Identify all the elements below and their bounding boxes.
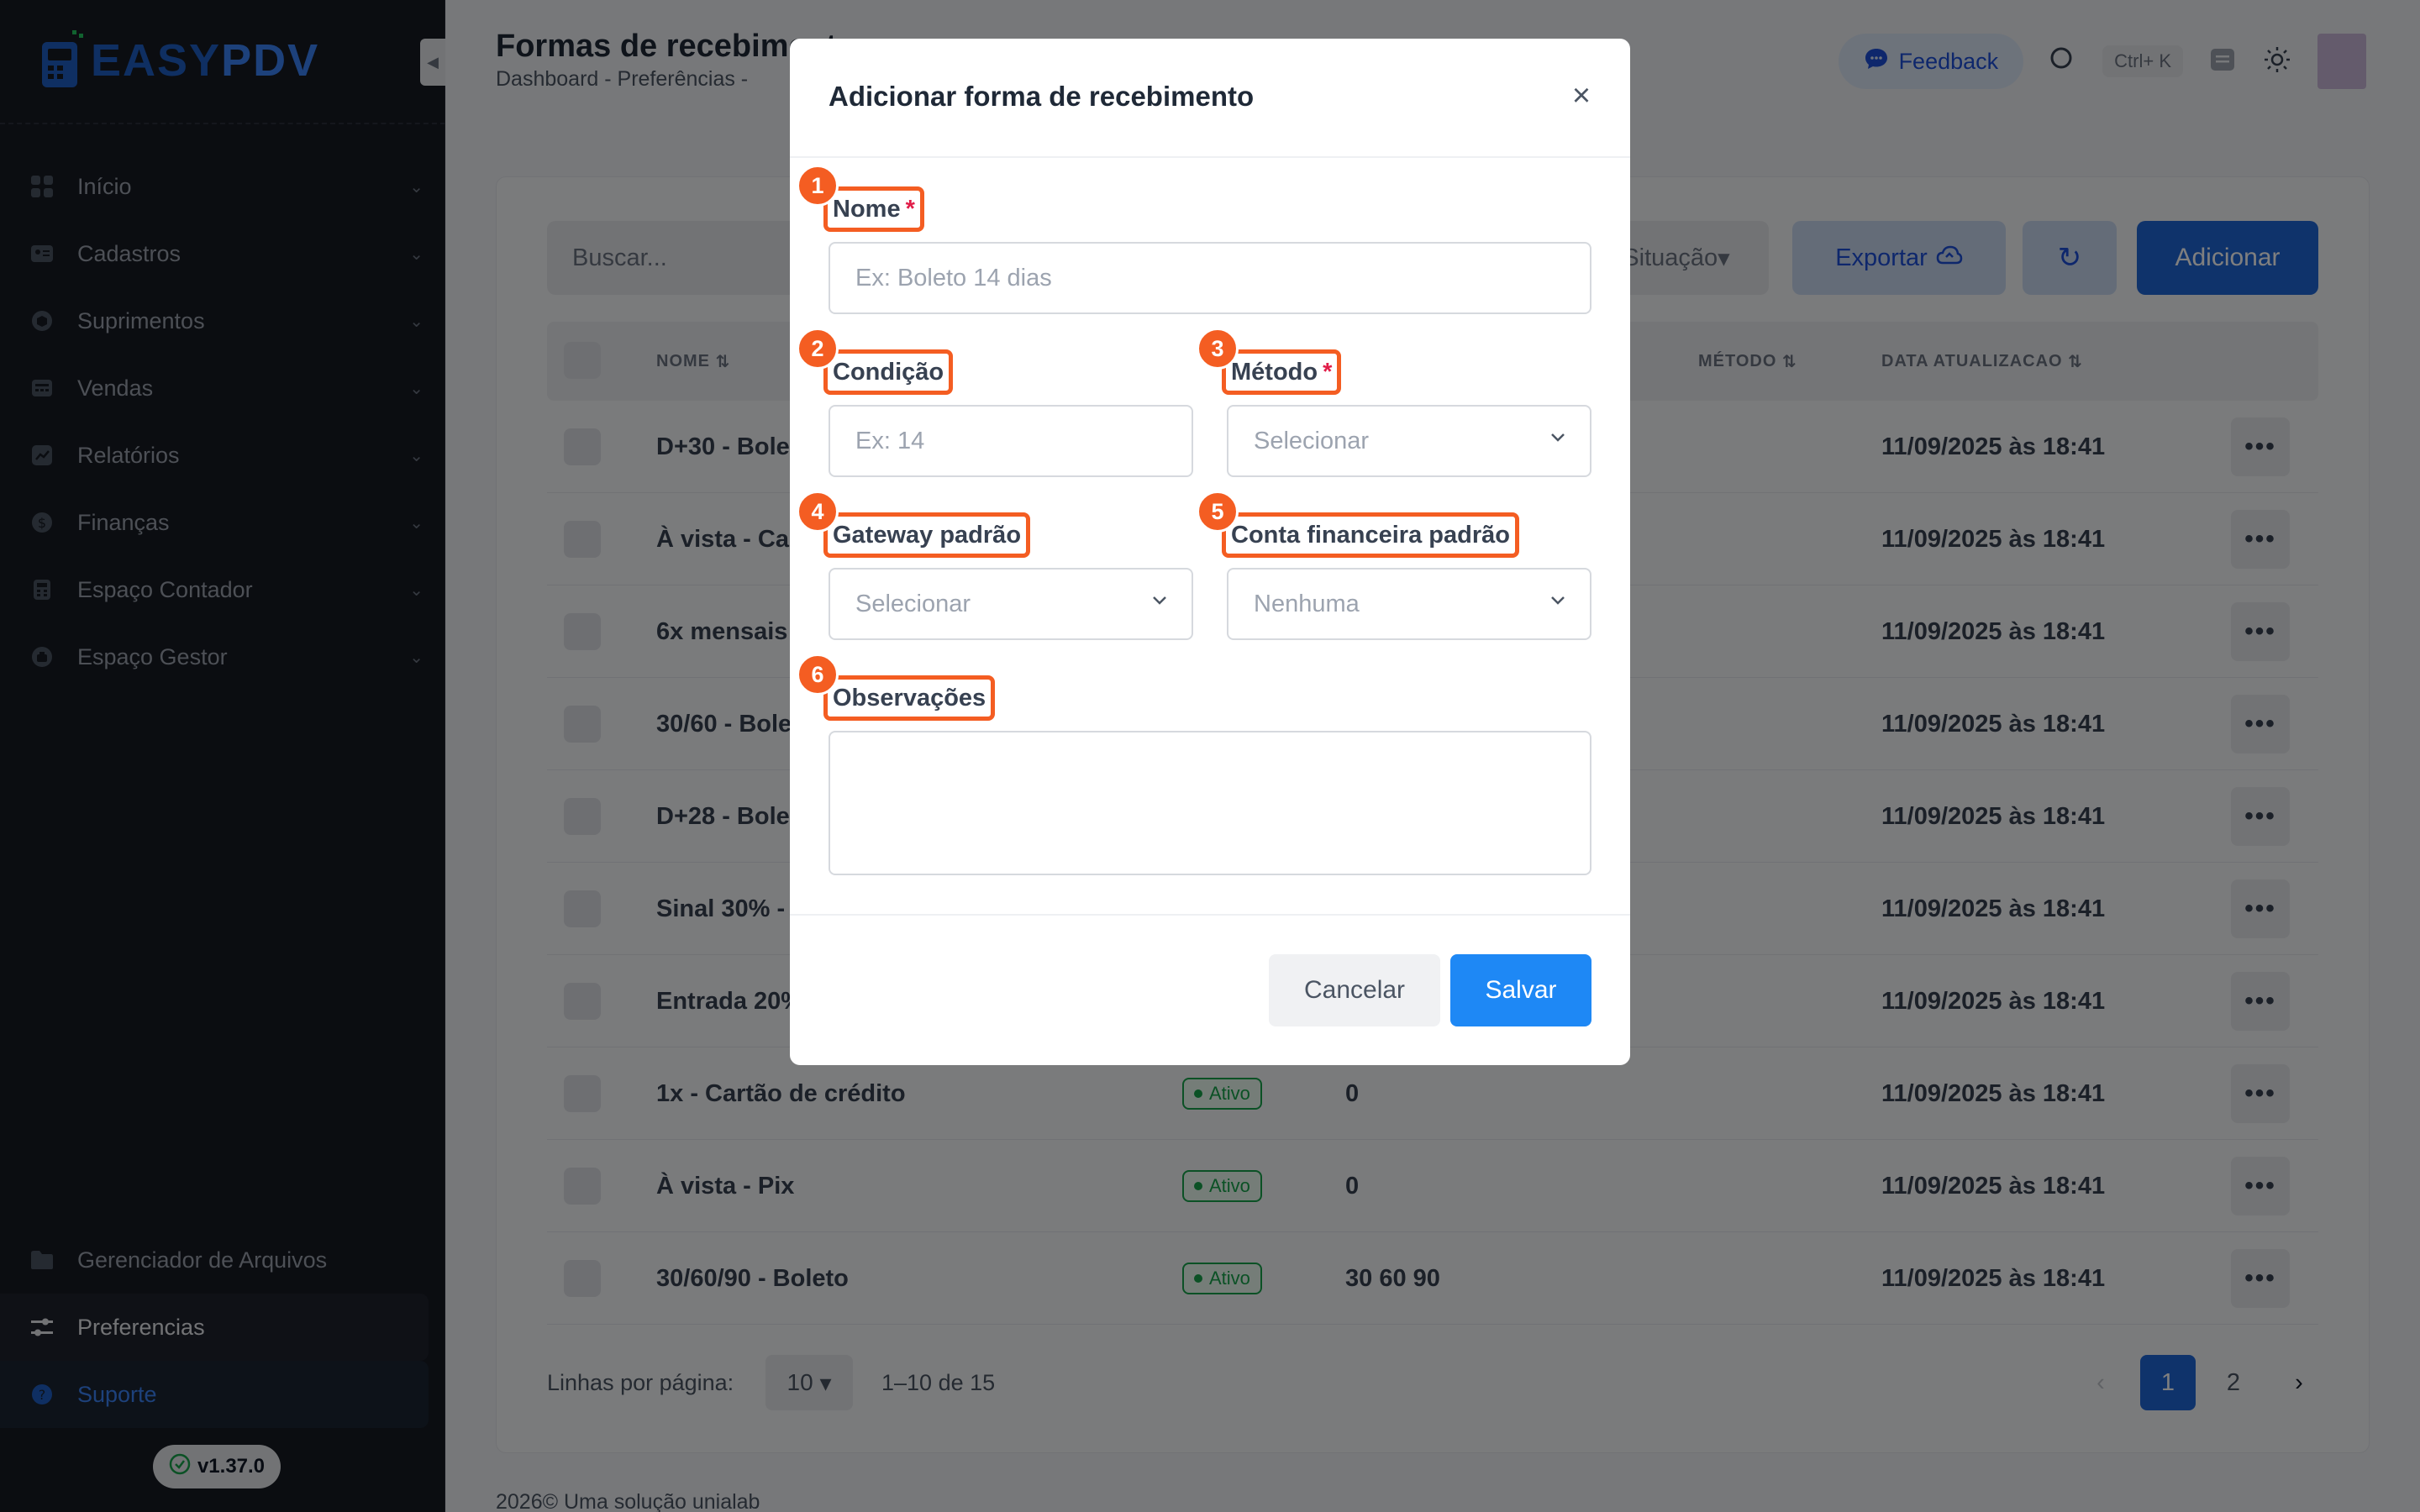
annotation-marker: 2: [797, 328, 839, 370]
annotation-marker: 1: [797, 165, 839, 207]
dialog-title: Adicionar forma de recebimento: [829, 81, 1255, 112]
condicao-input[interactable]: Ex: 14: [829, 405, 1193, 477]
nome-input[interactable]: Ex: Boleto 14 dias: [829, 242, 1591, 314]
required-asterisk: *: [1323, 359, 1333, 386]
required-asterisk: *: [905, 196, 915, 223]
annotation-marker: 5: [1197, 491, 1239, 533]
conta-select[interactable]: Nenhuma: [1227, 568, 1591, 640]
field-label-observacoes: Observações: [823, 675, 996, 721]
field-label-conta: Conta financeira padrão: [1222, 512, 1519, 558]
annotation-marker: 3: [1197, 328, 1239, 370]
field-label-gateway: Gateway padrão: [823, 512, 1031, 558]
chevron-down-icon: [1551, 433, 1565, 442]
dialog-header: Adicionar forma de recebimento ×: [790, 39, 1630, 158]
label-text: Observações: [833, 685, 986, 711]
label-text: Condição: [833, 359, 944, 386]
label-text: Conta financeira padrão: [1231, 522, 1510, 549]
field-label-nome: Nome *: [823, 186, 924, 232]
save-button[interactable]: Salvar: [1450, 954, 1591, 1026]
field-label-metodo: Método *: [1222, 349, 1342, 395]
close-icon[interactable]: ×: [1565, 79, 1598, 113]
select-value: Selecionar: [855, 590, 971, 617]
label-text: Nome: [833, 196, 901, 223]
chevron-down-icon: [1153, 596, 1166, 605]
metodo-select[interactable]: Selecionar: [1227, 405, 1591, 477]
field-label-condicao: Condição: [823, 349, 954, 395]
select-value: Selecionar: [1254, 427, 1370, 454]
chevron-down-icon: [1551, 596, 1565, 605]
label-text: Método: [1231, 359, 1318, 386]
select-value: Nenhuma: [1254, 590, 1360, 617]
cancel-button[interactable]: Cancelar: [1269, 954, 1440, 1026]
observacoes-textarea[interactable]: [829, 731, 1591, 875]
annotation-marker: 4: [797, 491, 839, 533]
annotation-marker: 6: [797, 654, 839, 696]
label-text: Gateway padrão: [833, 522, 1022, 549]
add-payment-method-dialog: Adicionar forma de recebimento × Nome * 1…: [790, 39, 1630, 1065]
gateway-select[interactable]: Selecionar: [829, 568, 1193, 640]
